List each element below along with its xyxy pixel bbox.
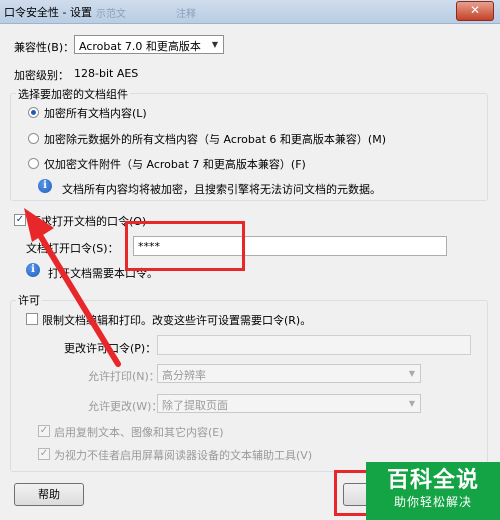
- annotation-arrow-shaft: [35, 229, 121, 367]
- close-icon: ✕: [469, 3, 481, 17]
- annotation-arrow-head: [24, 208, 54, 242]
- close-button[interactable]: ✕: [456, 1, 494, 21]
- watermark-main-text: 百科全说: [386, 468, 479, 493]
- background-window-text: 示范文: [96, 9, 126, 20]
- window-title: 口令安全性 - 设置: [4, 6, 92, 19]
- background-window-text: 注释: [176, 9, 196, 20]
- watermark-sub-text: 助你轻松解决: [393, 495, 472, 509]
- annotation-arrow: [24, 208, 121, 367]
- watermark-logo: 百科全说 助你轻松解决: [366, 462, 500, 520]
- title-bar: 口令安全性 - 设置 示范文 注释 ✕: [0, 0, 500, 24]
- dialog-body: 兼容性(B)： Acrobat 7.0 和更高版本 ▼ 加密级别： 128-bi…: [0, 24, 500, 520]
